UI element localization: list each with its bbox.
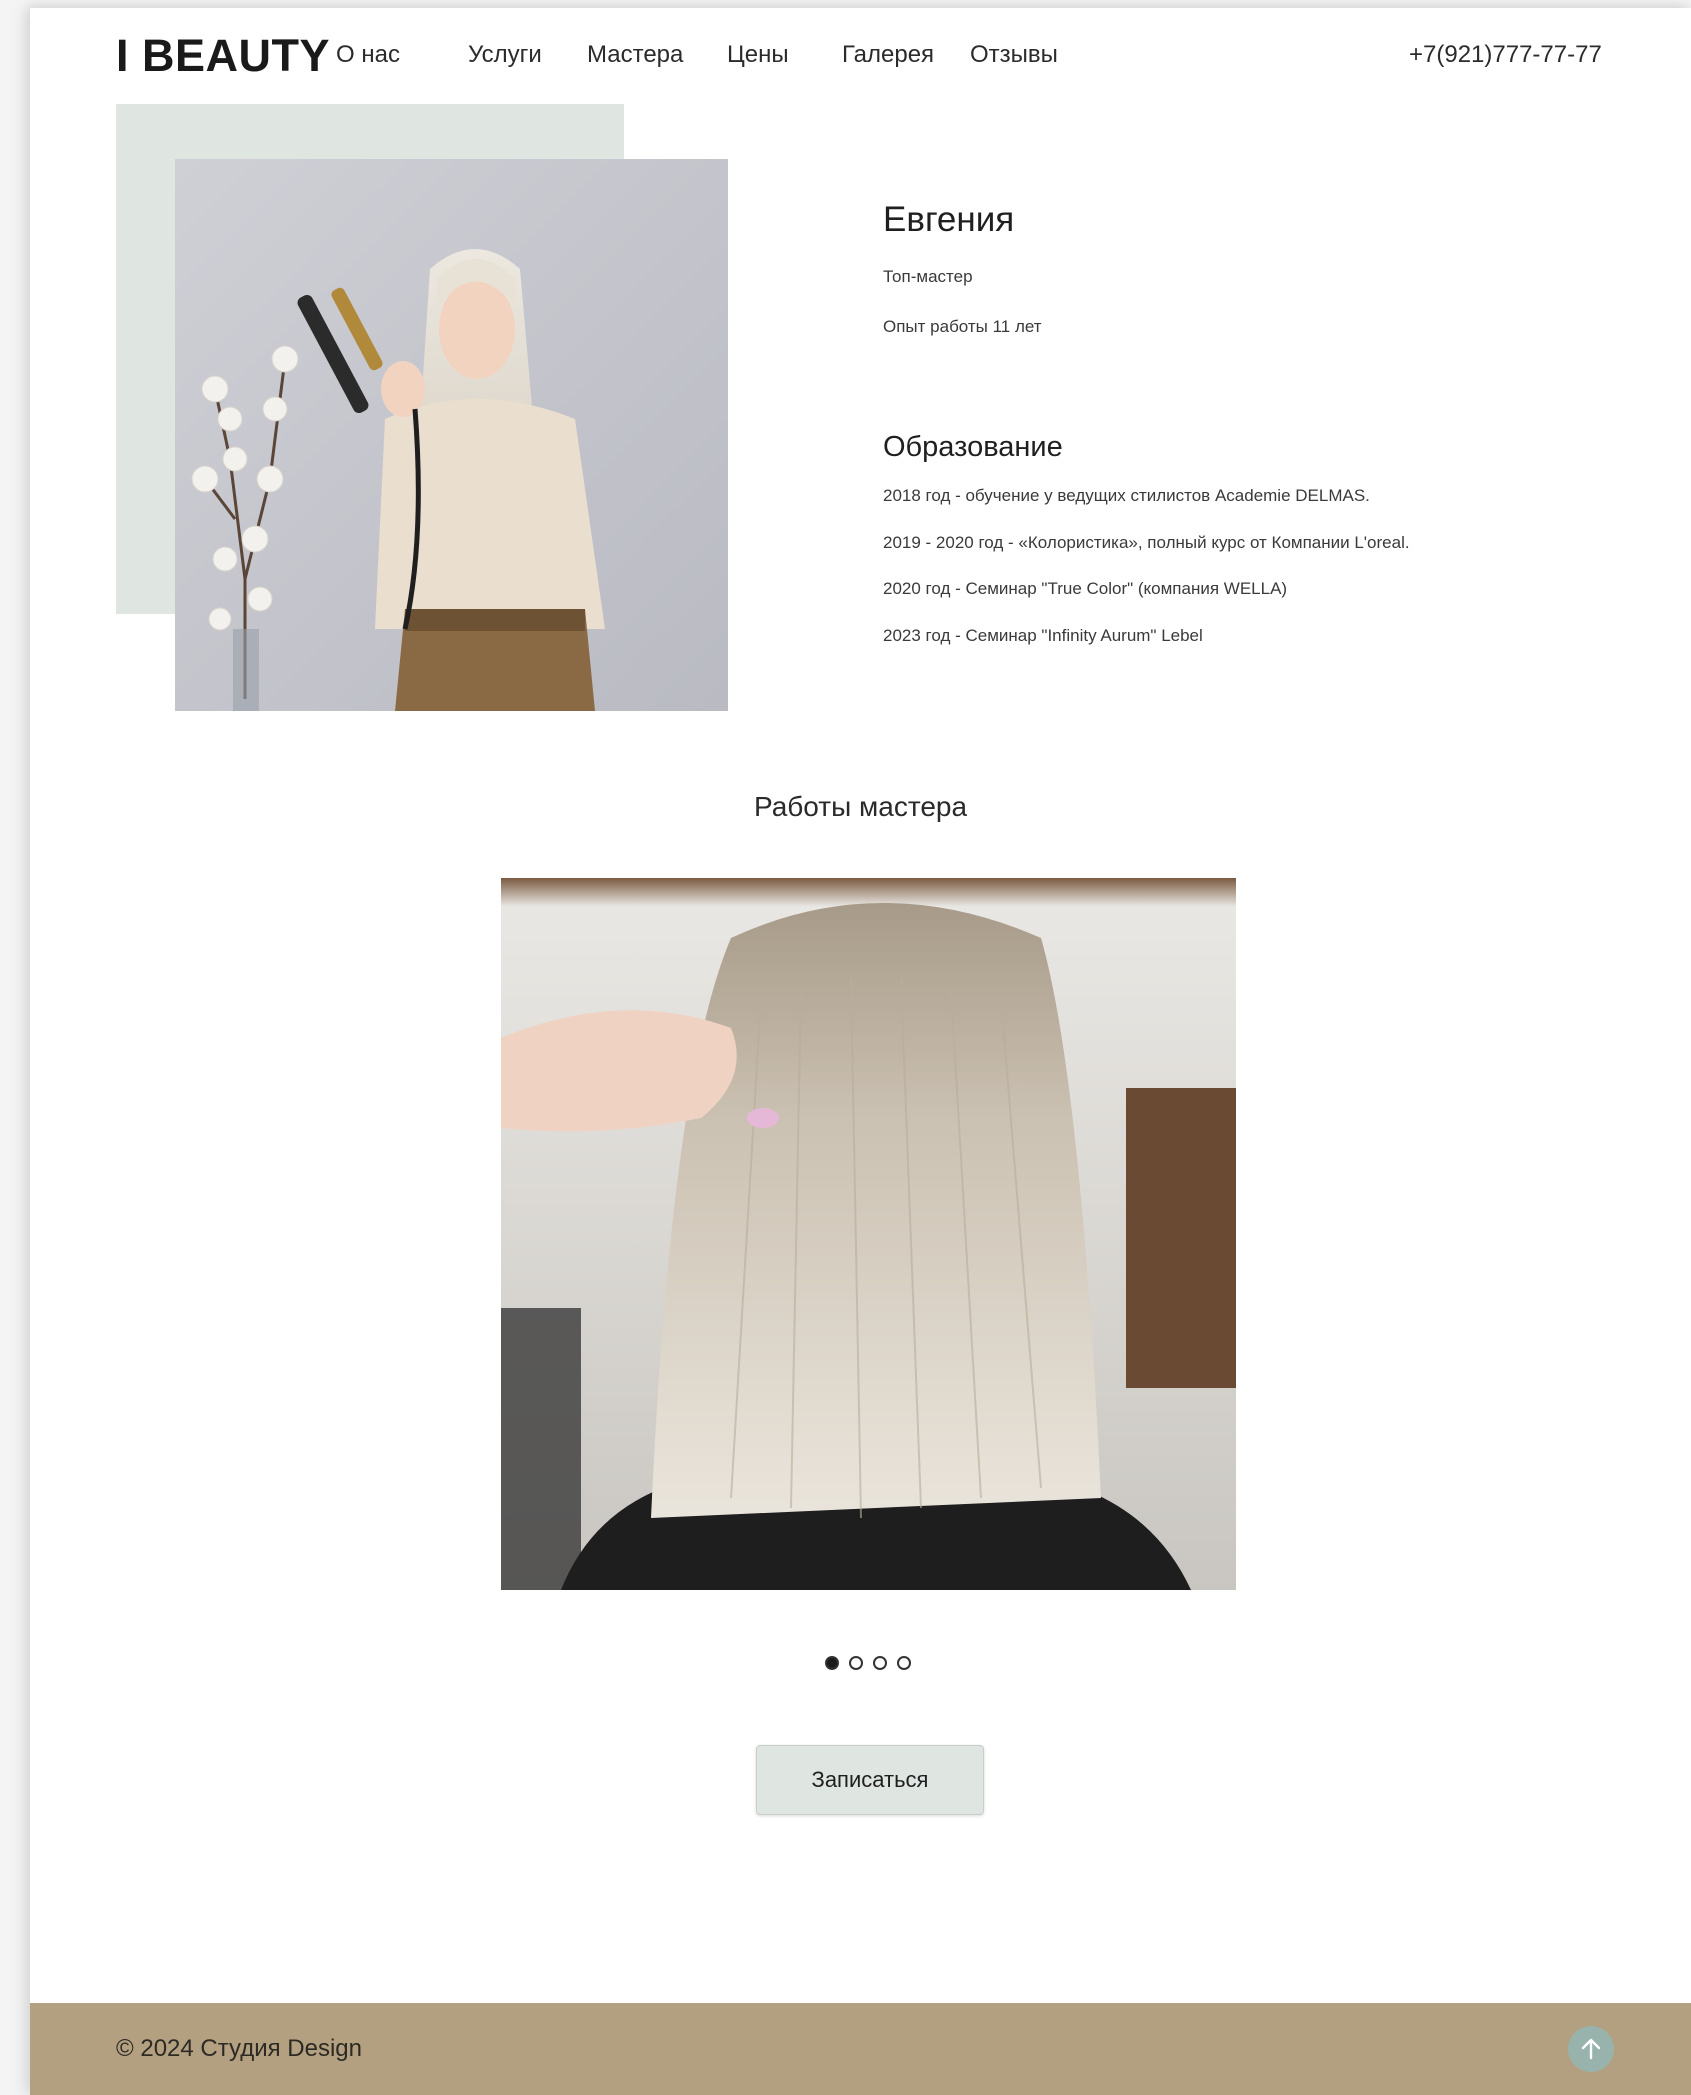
nav-item-about[interactable]: О нас: [336, 41, 400, 69]
nav-item-reviews[interactable]: Отзывы: [970, 41, 1058, 69]
nav-item-services[interactable]: Услуги: [468, 41, 542, 69]
footer: © 2024 Студия Design: [30, 2003, 1691, 2095]
education-item: 2019 - 2020 год - «Колористика», полный …: [883, 532, 1410, 552]
nav-item-masters[interactable]: Мастера: [587, 41, 683, 69]
slider-dot-3[interactable]: [873, 1656, 887, 1670]
copyright-text: © 2024 Студия Design: [116, 2035, 362, 2062]
nav-item-prices[interactable]: Цены: [727, 41, 789, 69]
scroll-up-button[interactable]: [1568, 2026, 1614, 2072]
education-list: 2018 год - обучение у ведущих стилистов …: [883, 486, 1410, 672]
master-portrait: [175, 159, 728, 711]
page: I BEAUTY О нас Услуги Мастера Цены Галер…: [30, 8, 1691, 2095]
master-experience: Опыт работы 11 лет: [883, 317, 1042, 336]
education-item: 2020 год - Семинар "True Color" (компани…: [883, 579, 1288, 598]
work-slide-image[interactable]: [501, 878, 1236, 1590]
book-button[interactable]: Записаться: [756, 1745, 984, 1815]
education-title: Образование: [883, 431, 1063, 463]
slider-dot-4[interactable]: [897, 1656, 911, 1670]
education-item: 2023 год - Семинар "Infinity Aurum" Lebe…: [883, 625, 1203, 645]
phone-link[interactable]: +7(921)777-77-77: [1409, 41, 1602, 69]
slider-dots: [825, 1656, 911, 1670]
nav-item-gallery[interactable]: Галерея: [842, 41, 934, 69]
arrow-up-icon: [1581, 2038, 1601, 2060]
slider-dot-1[interactable]: [825, 1656, 839, 1670]
education-item: 2018 год - обучение у ведущих стилистов …: [883, 486, 1370, 505]
master-name: Евгения: [883, 200, 1015, 239]
logo[interactable]: I BEAUTY: [116, 30, 330, 82]
slider-dot-2[interactable]: [849, 1656, 863, 1670]
works-title: Работы мастера: [753, 791, 968, 822]
master-role: Топ-мастер: [883, 267, 973, 286]
